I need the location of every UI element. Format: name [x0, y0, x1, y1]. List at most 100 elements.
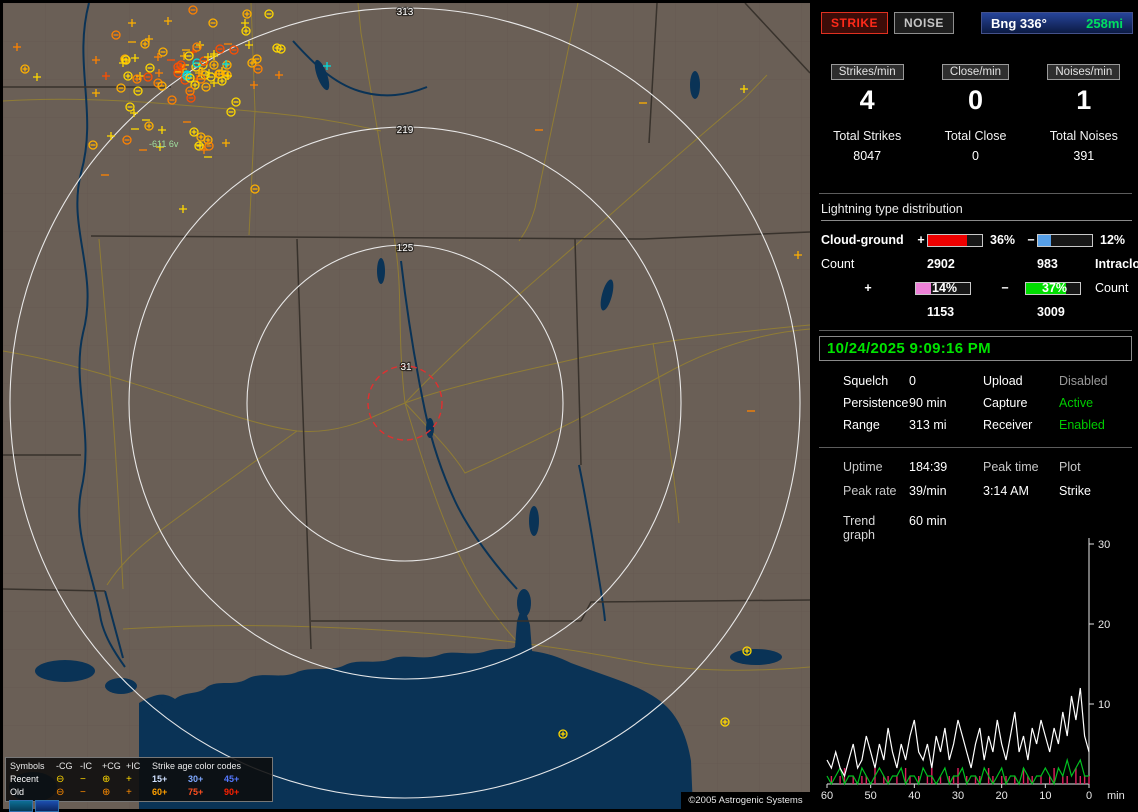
- svg-text:60: 60: [821, 790, 833, 802]
- strike-mode-button[interactable]: STRIKE: [821, 12, 889, 34]
- svg-text:40: 40: [908, 790, 920, 802]
- divider: [819, 447, 1132, 448]
- age-code-90: 90+: [224, 787, 240, 797]
- lightning-map[interactable]: 313 219 125 31 -611 6v Symbols -CG -IC +…: [3, 3, 810, 812]
- close-per-min-value: 0: [967, 85, 983, 115]
- copyright-text: ©2005 Astrogenic Systems: [681, 792, 810, 812]
- rate-stats: Strikes/min 4 Total Strikes 8047 Close/m…: [813, 62, 1138, 163]
- squelch-label: Squelch: [843, 374, 889, 388]
- svg-text:10: 10: [1098, 699, 1110, 711]
- receiver-status: Enabled: [1059, 418, 1105, 432]
- ic-minus-count: 3009: [1037, 305, 1065, 319]
- cloud-ground-label: Cloud-ground: [821, 233, 904, 247]
- range-label: Range: [843, 418, 880, 432]
- peak-rate-value: 39/min: [909, 484, 947, 498]
- map-legend: Symbols -CG -IC +CG +IC Strike age color…: [5, 757, 273, 802]
- persistence-value: 90 min: [909, 396, 947, 410]
- plus-sign: +: [917, 233, 925, 247]
- trend-graph-canvas: 60 50 40 30 20 10 0 min 10 20 30: [821, 538, 1125, 802]
- intracloud-label: Intracloud: [1095, 257, 1138, 271]
- peak-time-value: 3:14 AM: [983, 484, 1029, 498]
- legend-col-neg-cg: -CG: [56, 761, 73, 771]
- legend-row-recent-label: Recent: [10, 774, 39, 784]
- plot-value: Strike: [1059, 484, 1091, 498]
- ring-label-125: 125: [397, 243, 414, 254]
- cg-minus-gauge: [1037, 233, 1093, 247]
- close-column: Close/min 0 Total Close 0: [921, 62, 1029, 163]
- cg-plus-gauge: [927, 233, 983, 247]
- divider: [819, 193, 1132, 194]
- storm-track-annotation: -611 6v: [149, 139, 179, 149]
- capture-status: Active: [1059, 396, 1094, 410]
- ic-minus-pct: 37%: [1042, 281, 1068, 295]
- svg-text:0: 0: [1086, 790, 1092, 802]
- plot-label: Plot: [1059, 460, 1081, 474]
- total-close-label: Total Close: [944, 129, 1007, 143]
- pos-cg-icon: ⊕: [102, 774, 111, 785]
- ring-label-31: 31: [400, 362, 412, 373]
- legend-row-old-label: Old: [10, 787, 25, 797]
- cg-count-label: Count: [821, 257, 855, 271]
- range-value: 313 mi: [909, 418, 947, 432]
- close-per-min-label: Close/min: [941, 64, 1010, 80]
- distribution-grid: Cloud-ground + 36% − 12% Count 2902 983 …: [821, 228, 1138, 324]
- noises-per-min-value: 1: [1076, 85, 1092, 115]
- legend-col-pos-cg: +CG: [102, 761, 121, 771]
- total-noises-label: Total Noises: [1049, 129, 1118, 143]
- ring-label-219: 219: [397, 125, 414, 136]
- legend-symbols-header: Symbols: [10, 761, 45, 771]
- total-strikes-value: 8047: [853, 149, 882, 163]
- age-code-75: 75+: [188, 787, 204, 797]
- trend-graph: 60 50 40 30 20 10 0 min 10 20 30: [821, 534, 1133, 806]
- capture-label: Capture: [983, 396, 1028, 410]
- ic-plus-count: 1153: [927, 305, 955, 319]
- peak-time-label: Peak time: [983, 460, 1039, 474]
- ring-label-313: 313: [397, 7, 414, 18]
- minus-sign: −: [1027, 233, 1035, 247]
- window-chip-1[interactable]: [9, 800, 33, 812]
- settings-grid: Squelch 0 Upload Disabled Persistence 90…: [843, 374, 1138, 432]
- pos-cg-old-icon: ⊕: [102, 787, 111, 798]
- age-code-45: 45+: [224, 774, 240, 784]
- map-canvas: 313 219 125 31 -611 6v: [3, 3, 810, 809]
- svg-text:10: 10: [1039, 790, 1051, 802]
- svg-text:30: 30: [1098, 539, 1110, 551]
- noises-column: Noises/min 1 Total Noises 391: [1030, 62, 1138, 163]
- datetime-display: 10/24/2025 9:09:16 PM: [819, 336, 1132, 361]
- legend-col-neg-ic: -IC: [80, 761, 92, 771]
- legend-age-header: Strike age color codes: [152, 761, 242, 771]
- svg-text:50: 50: [865, 790, 877, 802]
- distance-value: 258mi: [1086, 15, 1123, 31]
- noise-mode-button[interactable]: NOISE: [894, 12, 954, 34]
- cg-plus-pct: 36%: [990, 233, 1016, 247]
- total-strikes-label: Total Strikes: [833, 129, 902, 143]
- strikes-per-min-label: Strikes/min: [830, 64, 904, 80]
- bearing-display: Bng 336° 258mi: [981, 12, 1133, 34]
- cg-minus-pct: 12%: [1100, 233, 1126, 247]
- uptime-value: 184:39: [909, 460, 948, 474]
- strikes-per-min-value: 4: [859, 85, 875, 115]
- plus-sign: +: [864, 281, 872, 295]
- pos-ic-old-icon: +: [126, 787, 132, 798]
- performance-grid: Uptime 184:39 Peak time Plot Peak rate 3…: [843, 460, 1138, 498]
- peak-rate-label: Peak rate: [843, 484, 897, 498]
- window-chip-2[interactable]: [35, 800, 59, 812]
- age-code-30: 30+: [188, 774, 204, 784]
- svg-text:20: 20: [996, 790, 1008, 802]
- legend-col-pos-ic: +IC: [126, 761, 141, 771]
- divider: [819, 330, 1132, 331]
- upload-label: Upload: [983, 374, 1023, 388]
- minus-sign: −: [1001, 281, 1009, 295]
- uptime-label: Uptime: [843, 460, 883, 474]
- cg-plus-count: 2902: [927, 257, 955, 271]
- strikes-column: Strikes/min 4 Total Strikes 8047: [813, 62, 921, 163]
- svg-text:min: min: [1107, 790, 1125, 802]
- pos-ic-icon: +: [126, 774, 132, 785]
- total-noises-value: 391: [1073, 149, 1095, 163]
- svg-text:20: 20: [1098, 619, 1110, 631]
- status-panel: STRIKE NOISE Bng 336° 258mi Strikes/min …: [813, 0, 1138, 812]
- distribution-title: Lightning type distribution: [821, 202, 1132, 221]
- ic-count-label: Count: [1095, 281, 1129, 295]
- ic-plus-pct: 14%: [932, 281, 958, 295]
- neg-cg-old-icon: ⊖: [56, 787, 65, 798]
